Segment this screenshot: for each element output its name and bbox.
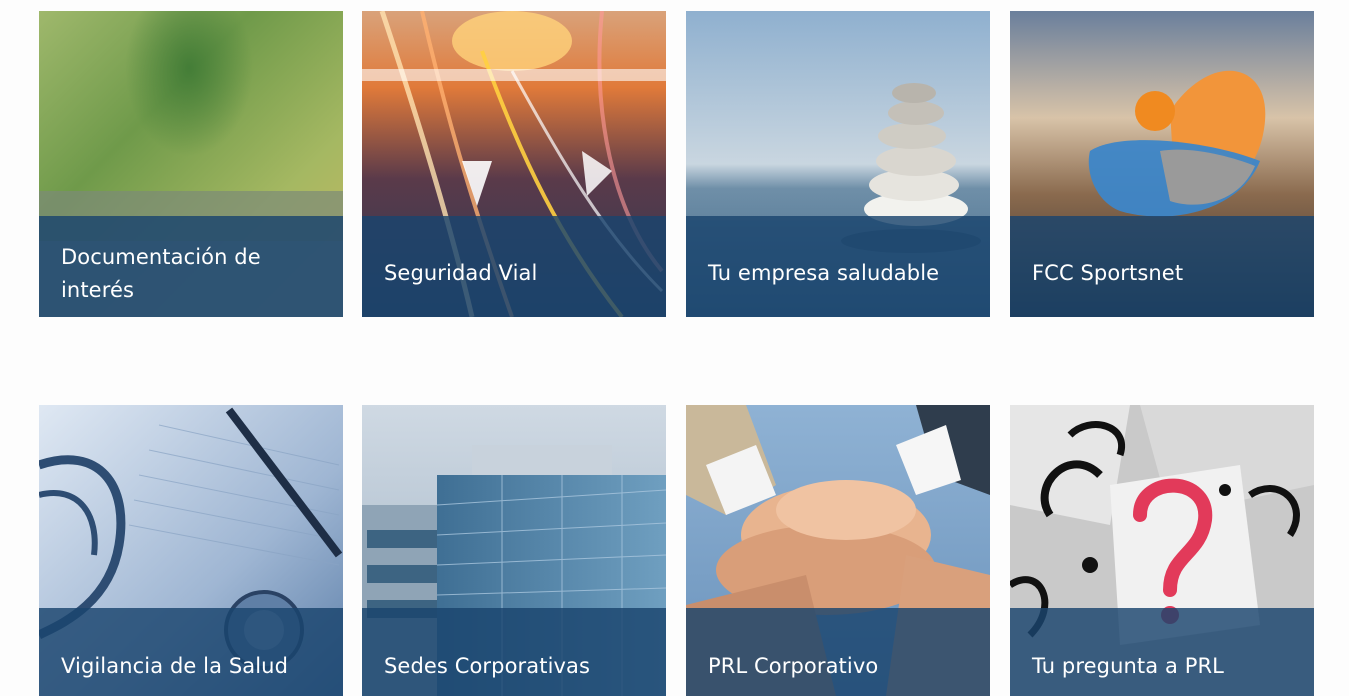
tile-grid: Documentación de interés Seguridad Vial …	[0, 0, 1349, 696]
tile-documentacion[interactable]: Documentación de interés	[39, 11, 343, 317]
tile-caption: Sedes Corporativas	[362, 608, 666, 696]
tile-caption: FCC Sportsnet	[1010, 216, 1314, 317]
tile-label: Seguridad Vial	[384, 261, 538, 285]
tile-sedes-corporativas[interactable]: Sedes Corporativas	[362, 405, 666, 696]
tile-caption: Seguridad Vial	[362, 216, 666, 317]
tile-label: Sedes Corporativas	[384, 654, 591, 678]
tile-seguridad-vial[interactable]: Seguridad Vial	[362, 11, 666, 317]
tile-caption: Vigilancia de la Salud	[39, 608, 343, 696]
tile-empresa-saludable[interactable]: Tu empresa saludable	[686, 11, 990, 317]
tile-pregunta-prl[interactable]: Tu pregunta a PRL	[1010, 405, 1314, 696]
tile-label: PRL Corporativo	[708, 654, 879, 678]
tile-fcc-sportsnet[interactable]: FCC Sportsnet	[1010, 11, 1314, 317]
tile-label: FCC Sportsnet	[1032, 261, 1184, 285]
tile-caption: PRL Corporativo	[686, 608, 990, 696]
tile-label: Vigilancia de la Salud	[61, 654, 289, 678]
tile-label: Tu pregunta a PRL	[1032, 654, 1224, 678]
tile-vigilancia-salud[interactable]: Vigilancia de la Salud	[39, 405, 343, 696]
tile-caption: Tu pregunta a PRL	[1010, 608, 1314, 696]
tile-prl-corporativo[interactable]: PRL Corporativo	[686, 405, 990, 696]
tile-caption: Documentación de interés	[39, 216, 343, 317]
tile-caption: Tu empresa saludable	[686, 216, 990, 317]
tile-label: Tu empresa saludable	[708, 261, 940, 285]
tile-label: Documentación de interés	[61, 244, 261, 302]
